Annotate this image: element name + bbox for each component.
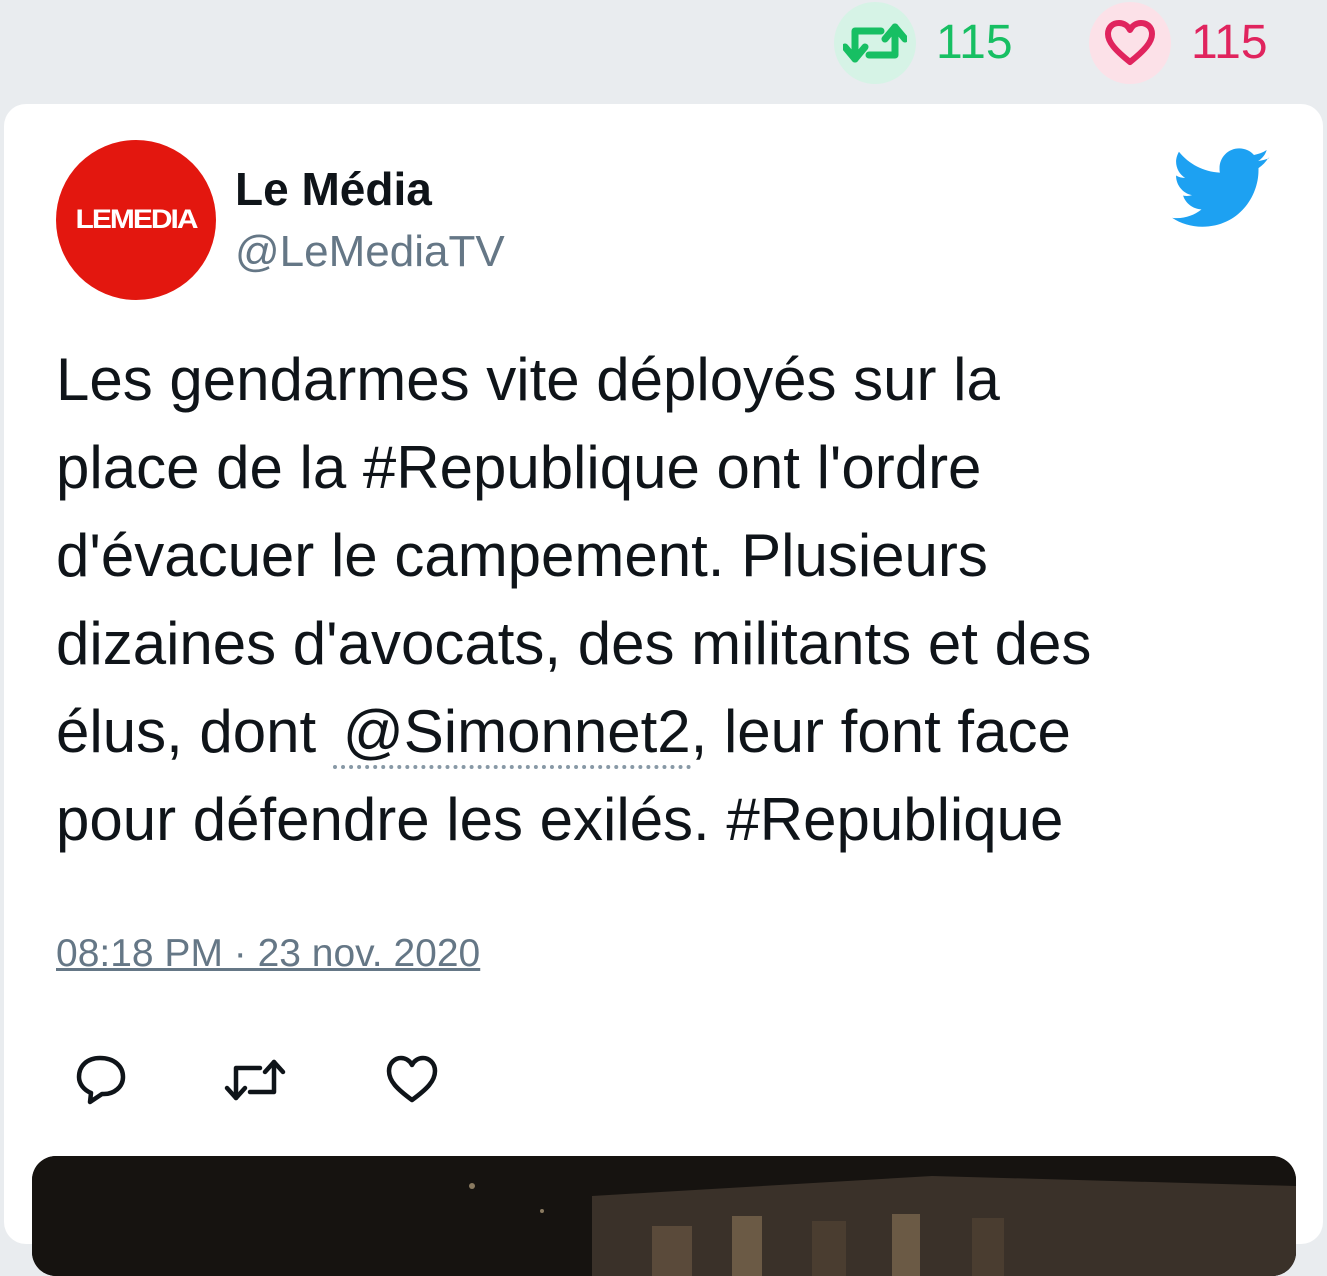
like-action-icon[interactable] — [384, 1052, 440, 1108]
retweet-action-icon[interactable] — [224, 1052, 286, 1108]
reply-icon[interactable] — [74, 1052, 130, 1108]
avatar-logo: LEMEDIA — [75, 204, 199, 235]
tweet-media-image[interactable] — [32, 1156, 1296, 1276]
author-name[interactable]: Le Média — [235, 166, 432, 212]
retweet-icon[interactable] — [834, 2, 916, 84]
mention-link[interactable]: @Simonnet2 — [332, 698, 691, 769]
heart-icon[interactable] — [1089, 2, 1171, 84]
engagement-bar: 115 115 — [0, 0, 1327, 100]
avatar[interactable]: LEMEDIA — [56, 140, 216, 300]
like-stat[interactable]: 115 — [1089, 2, 1268, 84]
tweet-card: LEMEDIA Le Média @LeMediaTV Les gendarme… — [4, 104, 1323, 1276]
tweet-timestamp[interactable]: 08:18 PM · 23 nov. 2020 — [56, 934, 480, 973]
retweet-stat[interactable]: 115 — [834, 2, 1013, 84]
twitter-bird-icon[interactable] — [1171, 148, 1272, 230]
tweet-text: Les gendarmes vite déployés sur la place… — [56, 336, 1256, 864]
retweet-count: 115 — [936, 16, 1013, 69]
author-handle[interactable]: @LeMediaTV — [235, 230, 505, 274]
like-count: 115 — [1191, 16, 1268, 69]
